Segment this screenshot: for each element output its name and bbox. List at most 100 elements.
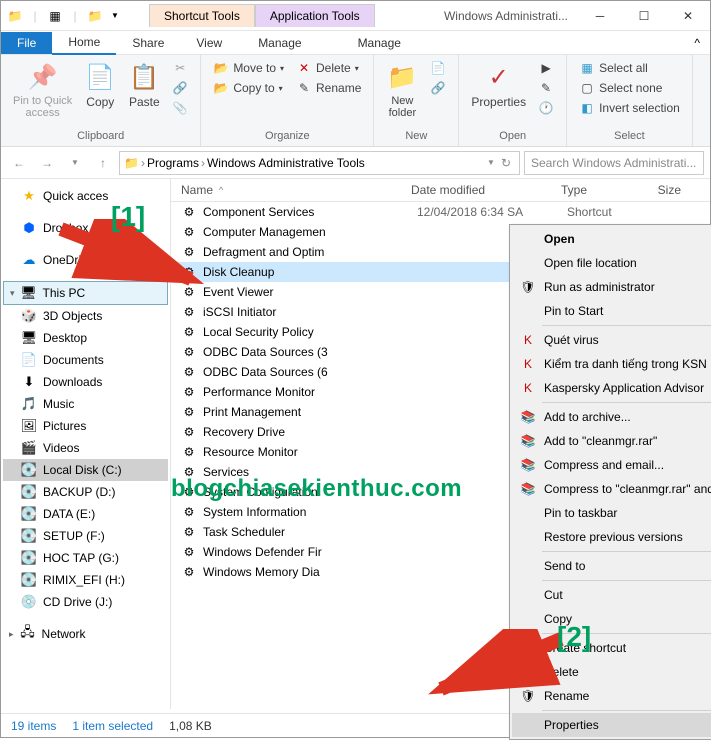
menubar: File Home Share View Manage Manage ^ xyxy=(1,31,710,55)
winrar-icon: 📚 xyxy=(520,409,536,425)
chevron-right-icon[interactable]: › xyxy=(201,156,205,170)
nav-this-pc[interactable]: ▾🖥This PC xyxy=(3,281,168,305)
ctx-cut[interactable]: Cut xyxy=(512,583,711,607)
close-button[interactable]: ✕ xyxy=(666,1,710,31)
share-tab[interactable]: Share xyxy=(116,32,180,54)
home-tab[interactable]: Home xyxy=(52,31,116,55)
ctx-compress-email[interactable]: 📚Compress and email... xyxy=(512,453,711,477)
ctx-add-archive[interactable]: 📚Add to archive... xyxy=(512,405,711,429)
breadcrumb[interactable]: 📁 › Programs › Windows Administrative To… xyxy=(119,151,520,175)
ctx-ksn[interactable]: KKiểm tra danh tiếng trong KSN xyxy=(512,352,711,376)
paste-shortcut-button[interactable]: 📎 xyxy=(168,99,192,117)
ctx-open[interactable]: Open xyxy=(512,227,711,251)
ctx-restore-versions[interactable]: Restore previous versions xyxy=(512,525,711,549)
paste-button[interactable]: 📋 Paste xyxy=(124,59,164,111)
qat-dropdown-icon[interactable]: ▼ xyxy=(107,8,123,24)
new-folder-button[interactable]: 📁 New folder xyxy=(382,59,422,121)
nav-item[interactable]: 📄Documents xyxy=(3,349,168,371)
nav-item[interactable]: 💽DATA (E:) xyxy=(3,503,168,525)
breadcrumb-segment[interactable]: Windows Administrative Tools xyxy=(207,156,365,170)
nav-item[interactable]: ⬇Downloads xyxy=(3,371,168,393)
chevron-right-icon[interactable]: › xyxy=(141,156,145,170)
ctx-delete[interactable]: Delete xyxy=(512,660,711,684)
open-button[interactable]: ▶ xyxy=(534,59,558,77)
nav-item[interactable]: 💿CD Drive (J:) xyxy=(3,591,168,613)
ribbon-toggle-icon[interactable]: ^ xyxy=(684,36,710,50)
nav-onedrive[interactable]: ☁OneDrive xyxy=(3,249,168,271)
nav-item[interactable]: 🖼Pictures xyxy=(3,415,168,437)
ctx-create-shortcut[interactable]: Create shortcut xyxy=(512,636,711,660)
history-button[interactable]: 🕐 xyxy=(534,99,558,117)
nav-item[interactable]: 💽SETUP (F:) xyxy=(3,525,168,547)
ctx-properties[interactable]: Properties xyxy=(512,713,711,737)
nav-quick-access[interactable]: ★Quick acces xyxy=(3,185,168,207)
search-input[interactable]: Search Windows Administrati... xyxy=(524,151,704,175)
minimize-button[interactable]: ─ xyxy=(578,1,622,31)
ctx-pin-start[interactable]: Pin to Start xyxy=(512,299,711,323)
ctx-kav[interactable]: KKaspersky Application Advisor xyxy=(512,376,711,400)
nav-item[interactable]: 💽RIMIX_EFI (H:) xyxy=(3,569,168,591)
moveto-button[interactable]: 📂Move to▾ xyxy=(209,59,288,77)
ctx-open-location[interactable]: Open file location xyxy=(512,251,711,275)
view-tab[interactable]: View xyxy=(180,32,238,54)
nav-network[interactable]: ▸🖧Network xyxy=(3,623,168,645)
copy-button[interactable]: 📄 Copy xyxy=(80,59,120,111)
refresh-icon[interactable]: ↻ xyxy=(497,156,515,170)
ctx-compress-rar-email[interactable]: 📚Compress to "cleanmgr.rar" and email xyxy=(512,477,711,501)
nav-item[interactable]: 🎬Videos xyxy=(3,437,168,459)
ctx-send-to[interactable]: Send to› xyxy=(512,554,711,578)
delete-button[interactable]: ✕Delete▾ xyxy=(292,59,365,77)
ctx-rename[interactable]: 🛡Rename xyxy=(512,684,711,708)
file-menu[interactable]: File xyxy=(1,32,52,54)
column-size[interactable]: Size xyxy=(641,183,691,197)
back-button[interactable]: ← xyxy=(7,151,31,175)
recent-dropdown[interactable]: ▼ xyxy=(63,151,87,175)
manage-tab-2[interactable]: Manage xyxy=(342,32,417,54)
up-button[interactable]: ↑ xyxy=(91,151,115,175)
newfolder-icon: 📁 xyxy=(386,61,418,93)
nav-item[interactable]: 💽Local Disk (C:) xyxy=(3,459,168,481)
ctx-add-rar[interactable]: 📚Add to "cleanmgr.rar" xyxy=(512,429,711,453)
manage-tab-1[interactable]: Manage xyxy=(242,32,317,54)
nav-item[interactable]: 🎲3D Objects xyxy=(3,305,168,327)
forward-button[interactable]: → xyxy=(35,151,59,175)
properties-icon[interactable]: ▦ xyxy=(47,8,63,24)
new-item-button[interactable]: 📄 xyxy=(426,59,450,77)
separator xyxy=(542,710,711,711)
nav-item[interactable]: 🖥Desktop xyxy=(3,327,168,349)
nav-item[interactable]: 💽HOC TAP (G:) xyxy=(3,547,168,569)
select-none-button[interactable]: ▢Select none xyxy=(575,79,684,97)
select-all-button[interactable]: ▦Select all xyxy=(575,59,684,77)
ctx-copy[interactable]: Copy xyxy=(512,607,711,631)
column-type[interactable]: Type xyxy=(561,183,641,197)
copyto-button[interactable]: 📂Copy to▾ xyxy=(209,79,288,97)
application-tools-tab[interactable]: Application Tools xyxy=(255,4,375,27)
copy-icon: 📄 xyxy=(84,61,116,93)
properties-button[interactable]: ✓ Properties xyxy=(467,59,530,111)
cut-icon: ✂ xyxy=(172,60,188,76)
selectall-icon: ▦ xyxy=(579,60,595,76)
newfolder-icon[interactable]: 📁 xyxy=(87,8,103,24)
winrar-icon: 📚 xyxy=(520,481,536,497)
edit-button[interactable]: ✎ xyxy=(534,79,558,97)
shortcut-tools-tab[interactable]: Shortcut Tools xyxy=(149,4,255,27)
column-date[interactable]: Date modified xyxy=(411,183,561,197)
invert-selection-button[interactable]: ◧Invert selection xyxy=(575,99,684,117)
pin-quick-access-button[interactable]: 📌 Pin to Quick access xyxy=(9,59,76,121)
maximize-button[interactable]: ☐ xyxy=(622,1,666,31)
breadcrumb-segment[interactable]: Programs xyxy=(147,156,199,170)
nav-item[interactable]: 💽BACKUP (D:) xyxy=(3,481,168,503)
ctx-scan-virus[interactable]: KQuét virus xyxy=(512,328,711,352)
file-row[interactable]: ⚙Component Services12/04/2018 6:34 SASho… xyxy=(171,202,710,222)
column-name[interactable]: Name^ xyxy=(171,183,411,197)
rename-button[interactable]: ✎Rename xyxy=(292,79,365,97)
breadcrumb-dropdown-icon[interactable]: ▼ xyxy=(487,158,495,167)
ctx-run-admin[interactable]: 🛡Run as administrator xyxy=(512,275,711,299)
shortcut-icon: ⚙ xyxy=(181,444,197,460)
nav-dropbox[interactable]: ⬢Dropbox xyxy=(3,217,168,239)
ctx-pin-taskbar[interactable]: Pin to taskbar xyxy=(512,501,711,525)
cut-button[interactable]: ✂ xyxy=(168,59,192,77)
nav-item[interactable]: 🎵Music xyxy=(3,393,168,415)
copypath-button[interactable]: 🔗 xyxy=(168,79,192,97)
easy-access-button[interactable]: 🔗 xyxy=(426,79,450,97)
